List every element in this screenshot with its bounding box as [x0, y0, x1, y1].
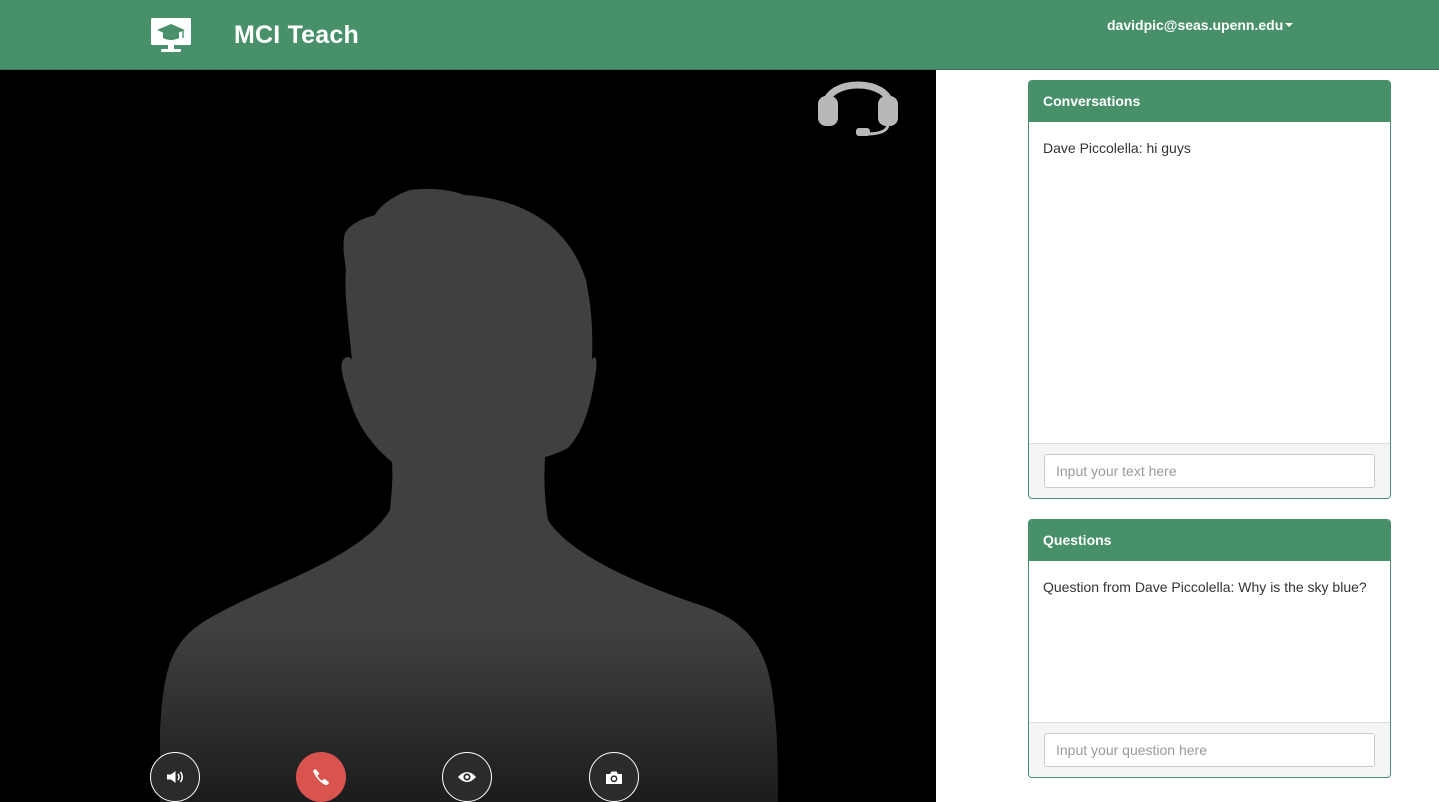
- question-item: Question from Dave Piccolella: Why is th…: [1043, 579, 1367, 595]
- video-area: [0, 70, 936, 802]
- camera-icon: [606, 771, 622, 784]
- graduation-cap-monitor-icon[interactable]: [150, 17, 192, 53]
- hangup-button[interactable]: [296, 752, 346, 802]
- eye-icon: [458, 772, 476, 782]
- volume-button[interactable]: [150, 752, 200, 802]
- chat-message: Dave Piccolella: hi guys: [1043, 140, 1191, 156]
- view-button[interactable]: [442, 752, 492, 802]
- questions-footer: [1029, 722, 1390, 777]
- snapshot-button[interactable]: [589, 752, 639, 802]
- navbar: MCI Teach davidpic@seas.upenn.edu: [0, 0, 1439, 70]
- conversations-footer: [1029, 443, 1390, 498]
- headset-icon: [818, 81, 898, 136]
- questions-title: Questions: [1029, 520, 1390, 561]
- brand-name[interactable]: MCI Teach: [234, 20, 359, 50]
- conversations-panel: Conversations Dave Piccolella: hi guys: [1028, 80, 1391, 499]
- conversations-title: Conversations: [1029, 81, 1390, 122]
- conversations-body: Dave Piccolella: hi guys: [1029, 122, 1390, 157]
- question-input[interactable]: [1044, 733, 1375, 767]
- questions-body: Question from Dave Piccolella: Why is th…: [1029, 561, 1390, 596]
- user-menu[interactable]: davidpic@seas.upenn.edu: [1107, 16, 1294, 34]
- caret-down-icon: [1285, 23, 1294, 27]
- volume-icon: [167, 771, 184, 783]
- user-email: davidpic@seas.upenn.edu: [1107, 17, 1284, 33]
- questions-panel: Questions Question from Dave Piccolella:…: [1028, 519, 1391, 778]
- chat-input[interactable]: [1044, 454, 1375, 488]
- user-silhouette-placeholder: [160, 188, 778, 802]
- phone-icon: [313, 769, 329, 786]
